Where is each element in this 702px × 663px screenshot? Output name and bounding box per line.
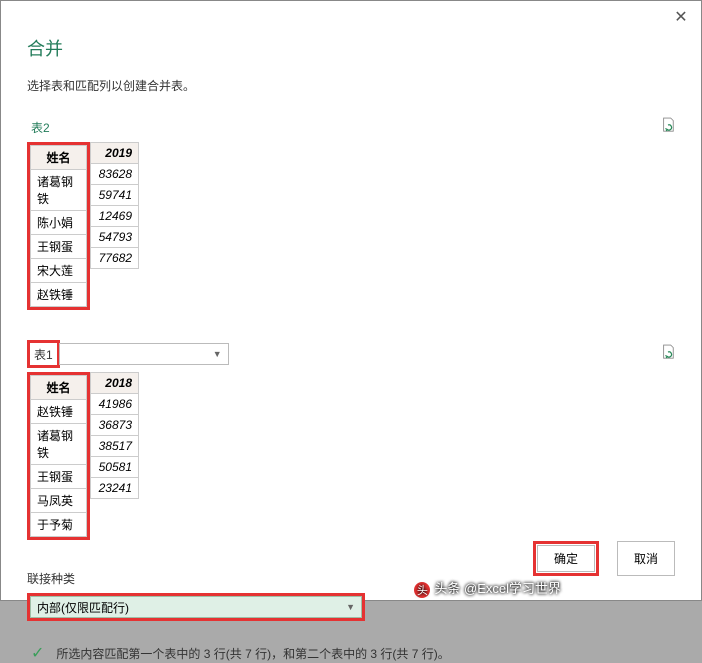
table-row[interactable]: 王钢蛋 [31,235,87,259]
table-row[interactable]: 12469 [91,206,139,227]
table2-col-header-year[interactable]: 2019 [91,143,139,164]
table1-label-highlight: 表1 [27,340,60,368]
table-row[interactable]: 马凤英 [31,489,87,513]
table-row[interactable]: 王钢蛋 [31,465,87,489]
table2-label: 表2 [27,116,54,138]
table-row[interactable]: 36873 [91,415,139,436]
table-row[interactable]: 59741 [91,185,139,206]
merge-dialog: ✕ 合并 选择表和匹配列以创建合并表。 表2 姓名 诸葛钢铁 陈小娟 王钢蛋 宋… [0,0,702,601]
table1-name-column-highlight: 姓名 赵铁锤 诸葛钢铁 王钢蛋 马凤英 于予菊 [27,372,90,540]
dialog-title: 合并 [27,35,675,61]
cancel-button[interactable]: 取消 [617,541,675,576]
table-row[interactable]: 77682 [91,248,139,269]
table-row[interactable]: 诸葛钢铁 [31,424,87,465]
table-row[interactable]: 宋大莲 [31,259,87,283]
table1-col-header-name[interactable]: 姓名 [31,376,87,400]
match-status-row: ✓ 所选内容匹配第一个表中的 3 行(共 7 行)，和第二个表中的 3 行(共 … [27,643,675,663]
table1-col-header-year[interactable]: 2018 [91,373,139,394]
refresh-icon[interactable] [661,117,675,138]
table-row[interactable]: 赵铁锤 [31,400,87,424]
refresh-icon[interactable] [661,344,675,365]
table2-header-row: 表2 [27,116,675,138]
table-row[interactable]: 41986 [91,394,139,415]
ok-button-highlight: 确定 [533,541,599,576]
table-row[interactable]: 23241 [91,478,139,499]
join-type-dropdown[interactable]: 内部(仅限匹配行) ▼ [30,596,362,618]
chevron-down-icon: ▼ [346,602,355,612]
dialog-buttons: 确定 取消 [533,541,675,576]
match-status-text: 所选内容匹配第一个表中的 3 行(共 7 行)，和第二个表中的 3 行(共 7 … [56,645,449,662]
table1-selector-row: 表1 ▼ [27,340,675,368]
table-row[interactable]: 38517 [91,436,139,457]
join-type-value: 内部(仅限匹配行) [37,599,129,616]
checkmark-icon: ✓ [31,643,44,663]
table-row[interactable]: 83628 [91,164,139,185]
table-row[interactable]: 陈小娟 [31,211,87,235]
close-button[interactable]: ✕ [671,7,691,27]
dialog-subtitle: 选择表和匹配列以创建合并表。 [27,77,675,94]
table-row[interactable]: 于予菊 [31,513,87,537]
ok-button[interactable]: 确定 [537,545,595,572]
table-row[interactable]: 54793 [91,227,139,248]
table-row[interactable]: 50581 [91,457,139,478]
join-type-highlight: 内部(仅限匹配行) ▼ [27,593,365,621]
table1-dropdown[interactable]: ▼ [59,343,229,365]
table-row[interactable]: 诸葛钢铁 [31,170,87,211]
table2-col-header-name[interactable]: 姓名 [31,146,87,170]
table1-preview: 姓名 赵铁锤 诸葛钢铁 王钢蛋 马凤英 于予菊 2018 41986 36873… [27,372,675,540]
table1-label: 表1 [30,343,57,365]
chevron-down-icon: ▼ [213,349,222,359]
table2-name-column-highlight: 姓名 诸葛钢铁 陈小娟 王钢蛋 宋大莲 赵铁锤 [27,142,90,310]
table2-preview: 姓名 诸葛钢铁 陈小娟 王钢蛋 宋大莲 赵铁锤 2019 83628 59741… [27,142,675,310]
table-row[interactable]: 赵铁锤 [31,283,87,307]
